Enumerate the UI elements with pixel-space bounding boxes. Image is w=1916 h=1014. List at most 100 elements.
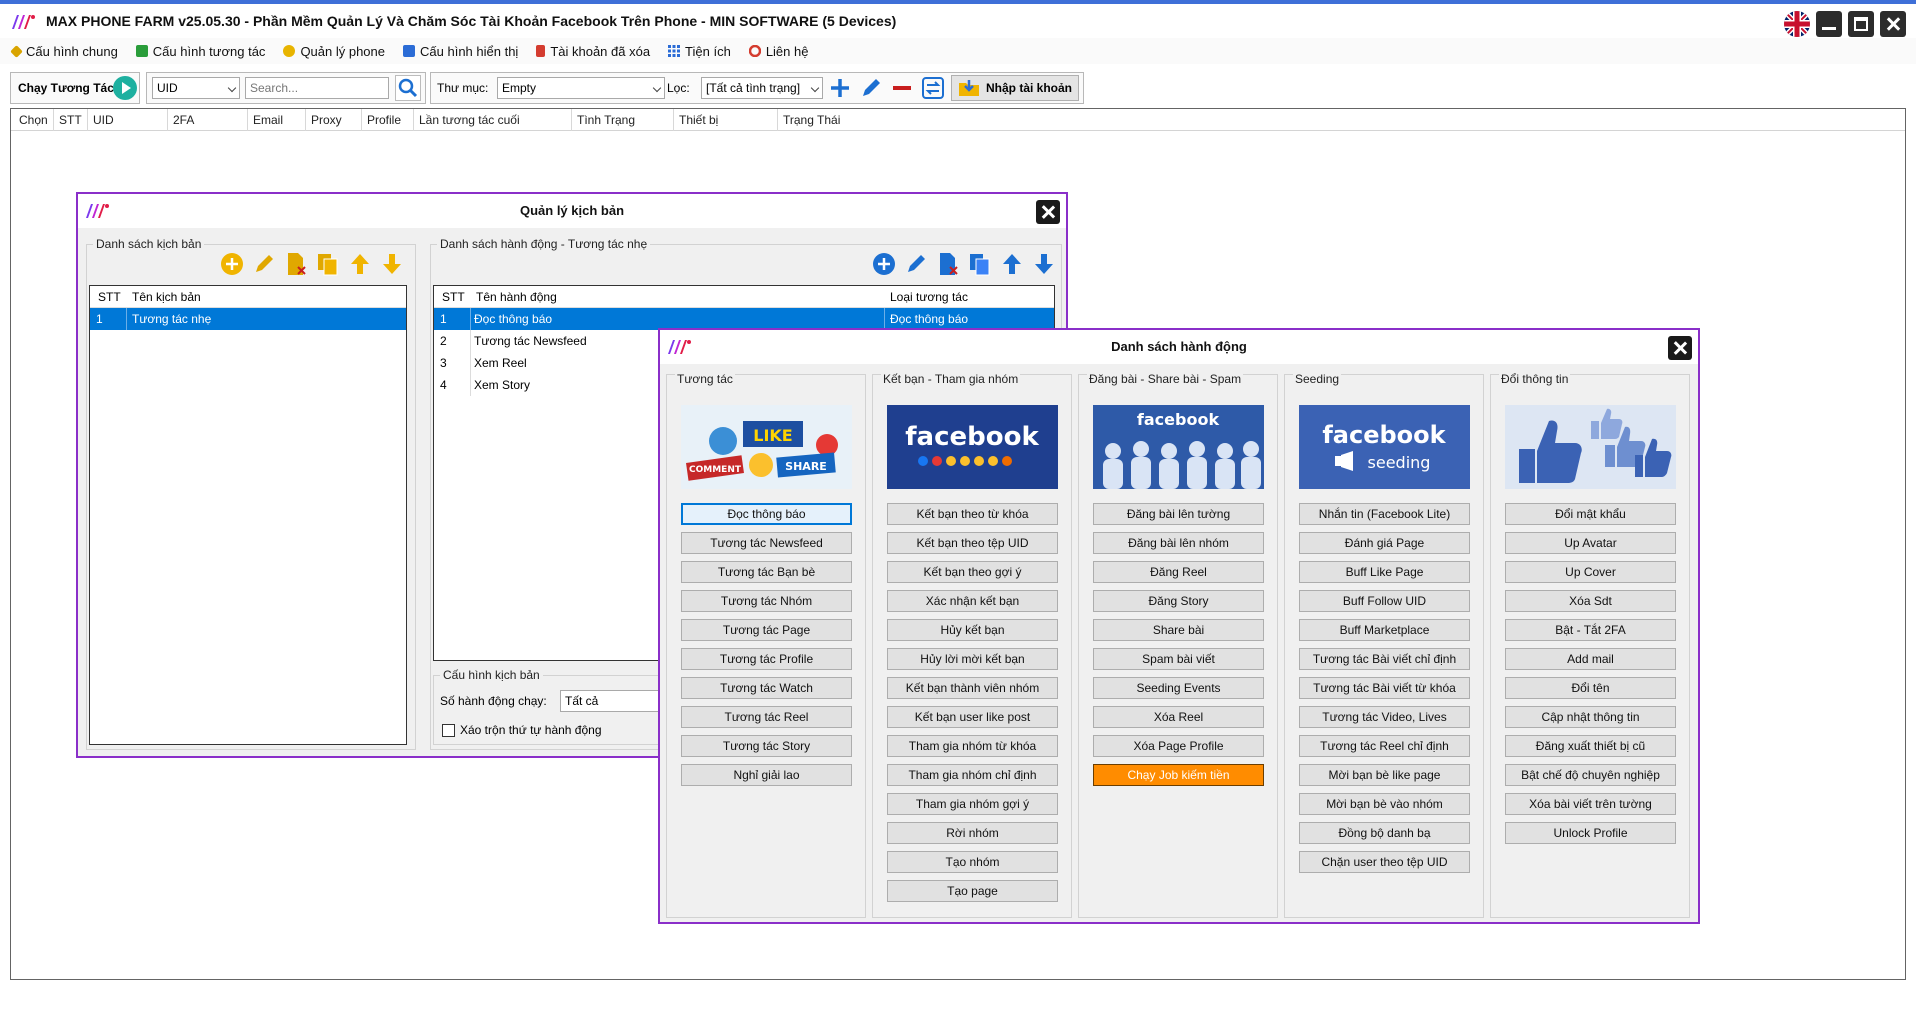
- action-button[interactable]: Hủy lời mời kết bạn: [887, 648, 1058, 670]
- action-button[interactable]: Đồng bộ danh bạ: [1299, 822, 1470, 844]
- maximize-button[interactable]: [1848, 11, 1874, 37]
- close-window-button[interactable]: [1880, 11, 1906, 37]
- action-button[interactable]: Tương tác Reel chỉ định: [1299, 735, 1470, 757]
- action-button[interactable]: Tương tác Reel: [681, 706, 852, 728]
- import-accounts-button[interactable]: Nhập tài khoản: [951, 75, 1080, 101]
- action-button[interactable]: Xác nhận kết bạn: [887, 590, 1058, 612]
- action-button[interactable]: Mời bạn bè like page: [1299, 764, 1470, 786]
- action-button[interactable]: Tham gia nhóm chỉ định: [887, 764, 1058, 786]
- action-button[interactable]: Đánh giá Page: [1299, 532, 1470, 554]
- col-select[interactable]: Chọn: [19, 113, 48, 127]
- play-icon[interactable]: [113, 76, 137, 100]
- folder-select[interactable]: Empty: [497, 77, 665, 99]
- delete-file-icon[interactable]: [935, 251, 961, 277]
- arrow-up-icon[interactable]: [999, 251, 1025, 277]
- run-money-job-button[interactable]: Chạy Job kiếm tiền: [1093, 764, 1264, 786]
- filter-select[interactable]: [Tất cả tình trạng]: [701, 77, 823, 99]
- action-button[interactable]: Xóa Sdt: [1505, 590, 1676, 612]
- edit-pencil-icon[interactable]: [858, 75, 884, 101]
- col-last-interaction[interactable]: Lần tương tác cuối: [419, 113, 520, 127]
- uk-flag-language-icon[interactable]: [1784, 11, 1810, 37]
- table-row[interactable]: 1 Đọc thông báo Đọc thông báo: [434, 308, 1054, 330]
- menu-interaction-config[interactable]: Cấu hình tương tác: [135, 44, 265, 59]
- col-status[interactable]: Trạng Thái: [783, 113, 840, 127]
- action-button[interactable]: Bật chế độ chuyên nghiệp: [1505, 764, 1676, 786]
- add-circle-icon[interactable]: [871, 251, 897, 277]
- action-button[interactable]: Đăng xuất thiết bị cũ: [1505, 735, 1676, 757]
- col-uid[interactable]: UID: [93, 113, 114, 127]
- menu-contact[interactable]: Liên hệ: [748, 44, 808, 59]
- scripts-list[interactable]: STT Tên kịch bản 1 Tương tác nhẹ: [89, 285, 407, 745]
- action-button[interactable]: Đọc thông báo: [681, 503, 852, 525]
- action-button[interactable]: Buff Like Page: [1299, 561, 1470, 583]
- shuffle-checkbox[interactable]: [442, 724, 455, 737]
- action-button[interactable]: Tương tác Story: [681, 735, 852, 757]
- menu-utilities[interactable]: Tiện ích: [668, 44, 731, 59]
- action-button[interactable]: Tương tác Newsfeed: [681, 532, 852, 554]
- col-device[interactable]: Thiết bị: [679, 113, 718, 127]
- close-script-manager-button[interactable]: [1036, 200, 1060, 224]
- action-button[interactable]: Kết bạn user like post: [887, 706, 1058, 728]
- action-button[interactable]: Hủy kết bạn: [887, 619, 1058, 641]
- copy-icon[interactable]: [315, 251, 341, 277]
- action-button[interactable]: Đăng bài lên tường: [1093, 503, 1264, 525]
- action-button[interactable]: Spam bài viết: [1093, 648, 1264, 670]
- action-button[interactable]: Tương tác Nhóm: [681, 590, 852, 612]
- action-button[interactable]: Tương tác Profile: [681, 648, 852, 670]
- menu-phone-manager[interactable]: Quản lý phone: [283, 44, 385, 59]
- action-button[interactable]: Tương tác Watch: [681, 677, 852, 699]
- list-item[interactable]: 1 Tương tác nhẹ: [90, 308, 406, 330]
- action-button[interactable]: Tương tác Bạn bè: [681, 561, 852, 583]
- col-2fa[interactable]: 2FA: [173, 113, 194, 127]
- edit-pencil-icon[interactable]: [903, 251, 929, 277]
- col-stt[interactable]: STT: [59, 113, 82, 127]
- col-proxy[interactable]: Proxy: [311, 113, 342, 127]
- action-button[interactable]: Tham gia nhóm gợi ý: [887, 793, 1058, 815]
- arrow-down-icon[interactable]: [379, 251, 405, 277]
- menu-display-config[interactable]: Cấu hình hiển thị: [403, 44, 518, 59]
- copy-icon[interactable]: [967, 251, 993, 277]
- action-button[interactable]: Tương tác Video, Lives: [1299, 706, 1470, 728]
- action-button[interactable]: Rời nhóm: [887, 822, 1058, 844]
- action-button[interactable]: Seeding Events: [1093, 677, 1264, 699]
- action-button[interactable]: Tạo page: [887, 880, 1058, 902]
- arrow-down-icon[interactable]: [1031, 251, 1057, 277]
- action-button[interactable]: Cập nhật thông tin: [1505, 706, 1676, 728]
- add-circle-icon[interactable]: [219, 251, 245, 277]
- search-button[interactable]: [395, 75, 421, 101]
- action-button[interactable]: Kết bạn thành viên nhóm: [887, 677, 1058, 699]
- action-button[interactable]: Xóa bài viết trên tường: [1505, 793, 1676, 815]
- action-button[interactable]: Xóa Reel: [1093, 706, 1264, 728]
- menu-deleted-accounts[interactable]: Tài khoản đã xóa: [536, 44, 650, 59]
- action-button[interactable]: Share bài: [1093, 619, 1264, 641]
- action-button[interactable]: Buff Marketplace: [1299, 619, 1470, 641]
- arrow-up-icon[interactable]: [347, 251, 373, 277]
- action-button[interactable]: Up Avatar: [1505, 532, 1676, 554]
- action-button[interactable]: Tham gia nhóm từ khóa: [887, 735, 1058, 757]
- action-button[interactable]: Tương tác Bài viết chỉ định: [1299, 648, 1470, 670]
- edit-pencil-icon[interactable]: [251, 251, 277, 277]
- remove-icon[interactable]: [889, 75, 915, 101]
- action-button[interactable]: Nhắn tin (Facebook Lite): [1299, 503, 1470, 525]
- action-button[interactable]: Đăng Story: [1093, 590, 1264, 612]
- action-button[interactable]: Tương tác Bài viết từ khóa: [1299, 677, 1470, 699]
- action-button[interactable]: Đổi mật khẩu: [1505, 503, 1676, 525]
- delete-file-icon[interactable]: [283, 251, 309, 277]
- col-email[interactable]: Email: [253, 113, 283, 127]
- col-condition[interactable]: Tình Trạng: [577, 113, 635, 127]
- action-button[interactable]: Chặn user theo tệp UID: [1299, 851, 1470, 873]
- action-button[interactable]: Xóa Page Profile: [1093, 735, 1264, 757]
- action-button[interactable]: Đổi tên: [1505, 677, 1676, 699]
- action-button[interactable]: Nghỉ giải lao: [681, 764, 852, 786]
- uid-select[interactable]: UID: [152, 77, 240, 99]
- action-button[interactable]: Tạo nhóm: [887, 851, 1058, 873]
- action-button[interactable]: Kết bạn theo tệp UID: [887, 532, 1058, 554]
- add-icon[interactable]: [827, 75, 853, 101]
- action-button[interactable]: Buff Follow UID: [1299, 590, 1470, 612]
- action-button[interactable]: Kết bạn theo từ khóa: [887, 503, 1058, 525]
- action-button[interactable]: Bật - Tắt 2FA: [1505, 619, 1676, 641]
- minimize-button[interactable]: [1816, 11, 1842, 37]
- action-button[interactable]: Đăng Reel: [1093, 561, 1264, 583]
- action-button[interactable]: Add mail: [1505, 648, 1676, 670]
- action-button[interactable]: Mời bạn bè vào nhóm: [1299, 793, 1470, 815]
